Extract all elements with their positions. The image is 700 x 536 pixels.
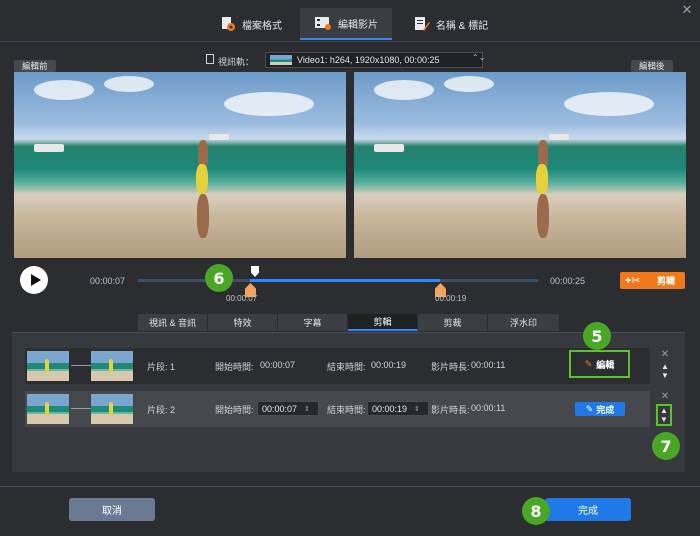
cancel-button[interactable]: 取消: [69, 498, 155, 521]
tab-label: 檔案格式: [242, 20, 282, 32]
clip-end-thumbnail: [91, 351, 133, 381]
sub-tab-crop[interactable]: 剪裁: [418, 314, 488, 331]
tab-rename-tag[interactable]: 名稱 & 標記: [410, 8, 492, 40]
total-time: 00:00:25: [550, 276, 586, 286]
sub-tab-trim[interactable]: 剪輯: [348, 314, 418, 331]
track-value: Video1: h264, 1920x1080, 00:00:25: [297, 55, 440, 65]
footer-divider: [0, 486, 700, 487]
reorder-arrows-icon[interactable]: ▲ ▼: [659, 406, 669, 424]
end-time-input[interactable]: 00:00:19 ⇕: [367, 401, 429, 416]
start-time-value: 00:00:07: [260, 360, 296, 370]
end-time-value: 00:00:19: [372, 403, 408, 414]
step-badge-7: 7: [652, 432, 680, 460]
tab-video-edit[interactable]: 編輯影片: [300, 8, 392, 40]
edit-clip-button[interactable]: ✎ 編輯: [569, 350, 630, 378]
close-icon[interactable]: ✕: [680, 3, 694, 17]
finish-button[interactable]: 完成: [545, 498, 631, 521]
updown-arrows-icon: ⌃⌄: [472, 53, 486, 62]
sub-tab-watermark[interactable]: 浮水印: [488, 314, 560, 331]
end-time-label: 結束時間:: [327, 362, 366, 372]
delete-clip-icon[interactable]: ✕: [660, 392, 670, 402]
timeline-selection: [250, 279, 440, 282]
pencil-icon: ✎: [584, 358, 593, 369]
step-badge-6: 6: [205, 264, 233, 292]
trim-end-time: 00:00:19: [435, 294, 467, 303]
start-time-label: 開始時間:: [215, 362, 254, 372]
start-time-value: 00:00:07: [262, 403, 298, 414]
video-edit-icon: [314, 15, 332, 31]
spinner-icon[interactable]: ⇕: [304, 405, 310, 413]
clip-start-thumbnail: [27, 394, 69, 424]
duration-label: 影片時長:: [431, 405, 470, 415]
track-thumbnail: [270, 55, 292, 65]
clip-row-1: 片段: 1 開始時間: 00:00:07 結束時間: 00:00:19 影片時長…: [25, 348, 650, 384]
edit-sub-tabs: 視訊 & 音訊 特效 字幕 剪輯 剪裁 浮水印: [138, 314, 560, 331]
current-time: 00:00:07: [90, 276, 126, 286]
segment-label: 片段: 1: [147, 362, 176, 372]
file-format-icon: [220, 16, 236, 32]
clip-row-2: 片段: 2 開始時間: 00:00:07 ⇕ 結束時間: 00:00:19 ⇕ …: [25, 391, 650, 427]
end-time-label: 結束時間:: [327, 405, 366, 415]
edit-label: 編輯: [596, 359, 615, 370]
video-track-label: 視訊軌：: [218, 57, 255, 67]
trim-start-time: 00:00:07: [226, 294, 258, 303]
spinner-icon[interactable]: ⇕: [414, 405, 420, 413]
play-button[interactable]: [20, 266, 48, 294]
end-time-value: 00:00:19: [371, 360, 407, 370]
delete-clip-icon[interactable]: ✕: [660, 350, 670, 360]
after-label: 編輯後: [631, 60, 673, 72]
video-track-icon: [206, 54, 214, 64]
segment-label: 片段: 2: [147, 405, 176, 415]
cut-label: 剪輯: [656, 276, 675, 286]
reorder-arrows-icon[interactable]: ▲ ▼: [660, 362, 670, 380]
playhead-handle[interactable]: [251, 266, 259, 277]
done-clip-button[interactable]: ✎ 完成: [575, 402, 625, 416]
tab-file-format[interactable]: 檔案格式: [212, 8, 290, 40]
before-label: 編輯前: [14, 60, 56, 72]
duration-label: 影片時長:: [431, 362, 470, 372]
duration-value: 00:00:11: [471, 403, 506, 413]
clip-end-thumbnail: [91, 394, 133, 424]
video-track-select[interactable]: Video1: h264, 1920x1080, 00:00:25: [265, 52, 483, 68]
preview-after: [354, 72, 686, 258]
start-time-label: 開始時間:: [215, 405, 254, 415]
step-badge-5: 5: [583, 322, 611, 350]
done-label: 完成: [596, 404, 615, 415]
rename-tag-icon: [414, 16, 430, 32]
sub-tab-subtitles[interactable]: 字幕: [278, 314, 348, 331]
cut-button[interactable]: +✂ 剪輯: [620, 272, 685, 289]
sub-tab-effects[interactable]: 特效: [208, 314, 278, 331]
duration-value: 00:00:11: [471, 360, 506, 370]
sub-tab-video-audio[interactable]: 視訊 & 音訊: [138, 314, 208, 331]
tab-label: 名稱 & 標記: [435, 20, 489, 32]
clip-start-thumbnail: [27, 351, 69, 381]
add-scissors-icon: +✂: [625, 275, 641, 287]
pencil-icon: ✎: [585, 403, 594, 414]
preview-before: [14, 72, 346, 258]
top-tab-bar: 檔案格式 編輯影片 名稱 & 標記 ✕: [0, 0, 700, 42]
step-badge-8: 8: [522, 497, 550, 525]
play-icon: [30, 274, 41, 286]
tab-label: 編輯影片: [338, 19, 378, 31]
start-time-input[interactable]: 00:00:07 ⇕: [257, 401, 319, 416]
